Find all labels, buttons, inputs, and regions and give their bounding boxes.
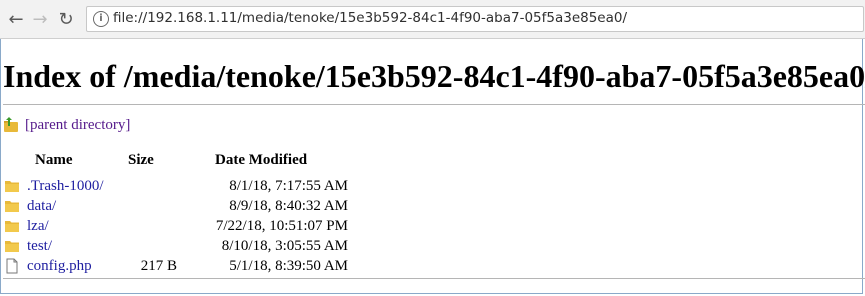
browser-toolbar: ← → ↻ i file://192.168.1.11/media/tenoke… <box>0 0 865 39</box>
file-date-modified: 8/9/18, 8:40:32 AM <box>229 198 348 214</box>
up-folder-icon <box>4 117 18 132</box>
file-name-link[interactable]: lza/ <box>27 216 49 236</box>
table-row: .Trash-1000/8/1/18, 7:17:55 AM <box>0 176 400 196</box>
file-date-modified: 5/1/18, 8:39:50 AM <box>229 258 348 274</box>
divider-bottom <box>3 278 865 279</box>
parent-directory-label[interactable]: [parent directory] <box>25 117 130 134</box>
file-name-link[interactable]: data/ <box>27 196 56 216</box>
folder-icon <box>5 241 19 252</box>
folder-icon <box>5 181 19 192</box>
page-title: Index of /media/tenoke/15e3b592-84c1-4f9… <box>3 58 865 94</box>
divider-top <box>3 104 865 105</box>
file-date-modified: 8/1/18, 7:17:55 AM <box>229 178 348 194</box>
table-row: test/8/10/18, 3:05:55 AM <box>0 236 400 256</box>
file-name-link[interactable]: config.php <box>27 256 92 276</box>
folder-icon <box>5 221 19 232</box>
folder-icon <box>5 201 19 212</box>
back-arrow-icon: ← <box>8 8 24 30</box>
table-row: config.php 217 B 5/1/18, 8:39:50 AM <box>0 256 400 276</box>
file-name-link[interactable]: test/ <box>27 236 52 256</box>
file-name-link[interactable]: .Trash-1000/ <box>27 176 104 196</box>
forward-button[interactable]: → <box>28 7 52 31</box>
reload-icon: ↻ <box>58 8 74 30</box>
column-header-name[interactable]: Name <box>35 152 73 172</box>
file-date-modified: 7/22/18, 10:51:07 PM <box>215 218 348 234</box>
parent-directory-link[interactable]: [parent directory] <box>3 115 130 135</box>
column-header-date[interactable]: Date Modified <box>215 152 307 172</box>
reload-button[interactable]: ↻ <box>54 7 78 31</box>
file-date-modified: 8/10/18, 3:05:55 AM <box>221 238 348 254</box>
info-icon[interactable]: i <box>93 11 109 27</box>
file-icon <box>6 258 18 274</box>
address-bar[interactable]: i file://192.168.1.11/media/tenoke/15e3b… <box>86 6 864 32</box>
back-button[interactable]: ← <box>4 7 28 31</box>
table-row: data/8/9/18, 8:40:32 AM <box>0 196 400 216</box>
table-row: lza/7/22/18, 10:51:07 PM <box>0 216 400 236</box>
url-text[interactable]: file://192.168.1.11/media/tenoke/15e3b59… <box>113 10 627 26</box>
forward-arrow-icon: → <box>32 8 48 30</box>
column-header-size[interactable]: Size <box>128 152 154 172</box>
